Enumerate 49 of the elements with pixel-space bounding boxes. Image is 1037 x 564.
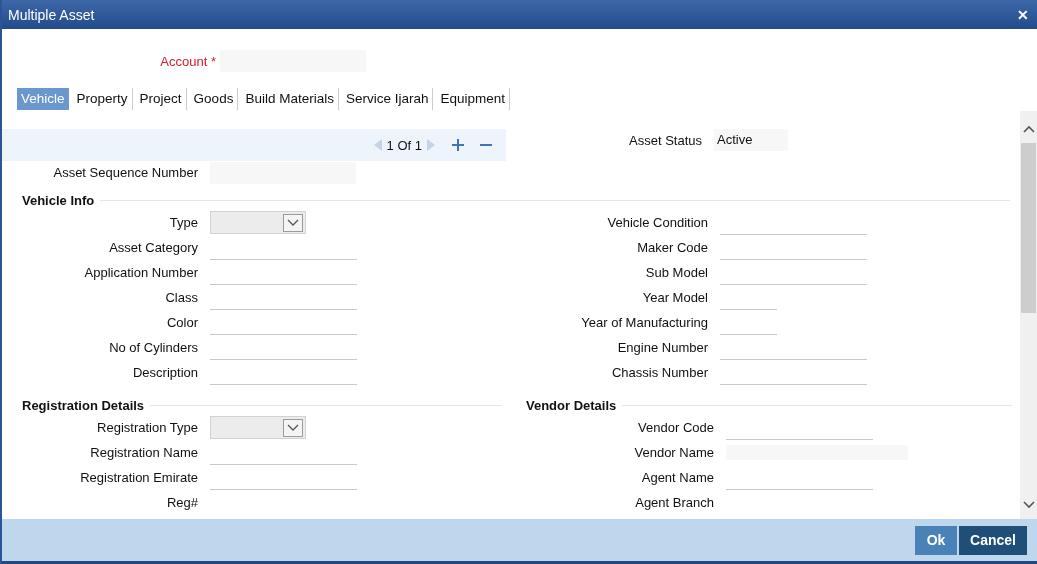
field-label: Application Number	[83, 265, 199, 280]
field-label: Type	[168, 215, 199, 230]
field-label: Account *	[159, 53, 217, 69]
field-label: Registration Emirate	[79, 470, 199, 485]
asset-status-field: Active	[714, 129, 788, 151]
dialog-button[interactable]: Cancel	[959, 525, 1027, 555]
window-title: Multiple Asset	[8, 6, 95, 23]
field-label: Registration Type	[96, 420, 199, 435]
scroll-up-icon[interactable]	[1022, 125, 1035, 133]
chevron-down-icon[interactable]	[283, 418, 303, 437]
field-label: Class	[164, 290, 199, 305]
add-icon[interactable]	[452, 139, 464, 151]
field-label: Color	[165, 315, 199, 330]
close-button[interactable]: ✕	[1015, 6, 1031, 23]
field-label: Sub Model	[644, 265, 709, 280]
field-label: Asset Sequence Number	[52, 165, 199, 180]
field-label: Asset Status	[628, 132, 703, 148]
field-label: Vendor Code	[637, 420, 715, 435]
section-title: Vendor Details	[526, 397, 617, 413]
tab[interactable]: Service Ijarah	[341, 88, 434, 110]
field-label: Chassis Number	[610, 365, 709, 380]
field-label: Asset Category	[108, 240, 199, 255]
field-label: No of Cylinders	[108, 340, 199, 355]
field-label: Vendor Name	[633, 445, 715, 460]
scrollbar-thumb[interactable]	[1021, 143, 1036, 313]
field-label: Engine Number	[616, 340, 709, 355]
field-label: Agent Branch	[634, 495, 715, 510]
section-title: Vehicle Info	[22, 192, 95, 208]
field-label: Reg#	[165, 495, 199, 510]
tab[interactable]: Build Materials	[241, 88, 339, 110]
next-icon[interactable]	[426, 138, 436, 152]
tab[interactable]: Project	[135, 88, 187, 110]
scrollbar[interactable]	[1020, 111, 1037, 519]
dialog-button[interactable]: Ok	[915, 525, 957, 555]
field-label: Maker Code	[636, 240, 709, 255]
field-label: Agent Name	[640, 470, 715, 485]
field-label: Year Model	[641, 290, 709, 305]
field-label: Vehicle Condition	[606, 215, 709, 230]
tab[interactable]: Property	[72, 88, 133, 110]
field-label: Registration Name	[89, 445, 199, 460]
tab[interactable]: Goods	[189, 88, 239, 110]
section-title: Registration Details	[22, 397, 145, 413]
chevron-down-icon[interactable]	[283, 213, 303, 232]
page-counter: 1 Of 1	[386, 137, 422, 153]
tab[interactable]: Equipment	[436, 88, 511, 110]
field-label: Description	[131, 365, 199, 380]
field-label: Year of Manufacturing	[580, 315, 709, 330]
previous-icon[interactable]	[372, 138, 383, 152]
scroll-down-icon[interactable]	[1022, 501, 1035, 509]
